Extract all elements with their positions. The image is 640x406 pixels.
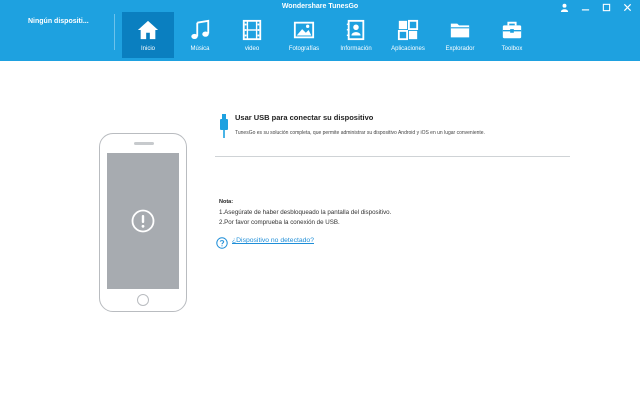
tab-inicio[interactable]: Inicio [122, 12, 174, 58]
phone-home-button [137, 294, 149, 306]
help-icon[interactable] [216, 237, 228, 249]
photo-icon [293, 21, 315, 39]
phone-screen [107, 153, 179, 289]
tab-label: Inicio [140, 46, 155, 52]
tab-label: Toolbox [501, 46, 523, 52]
tab-label: Fotografías [288, 46, 320, 52]
tab-fotografias[interactable]: Fotografías [278, 12, 330, 58]
folder-icon [450, 23, 470, 38]
window-controls [558, 1, 634, 14]
phone-speaker [134, 142, 154, 145]
close-icon[interactable] [621, 1, 634, 14]
tab-musica[interactable]: Música [174, 12, 226, 58]
home-icon [137, 20, 159, 40]
main-nav: Inicio Música video Fotografías Informac… [122, 12, 538, 58]
tab-label: Aplicaciones [391, 46, 425, 52]
alert-icon [131, 209, 155, 233]
usb-heading: Usar USB para conectar su dispositivo [235, 113, 374, 122]
device-not-detected-link[interactable]: ¿Dispositivo no detectado? [232, 237, 314, 244]
header-divider [114, 14, 115, 50]
top-bar: Wondershare TunesGo Ningún dispositi... … [0, 0, 640, 61]
app-title: Wondershare TunesGo [281, 3, 359, 10]
apps-icon [397, 19, 419, 41]
tab-label: Información [340, 46, 372, 52]
music-icon [191, 19, 210, 39]
tab-informacion[interactable]: Información [330, 12, 382, 58]
tab-video[interactable]: video [226, 12, 278, 58]
tab-label: video [244, 46, 260, 52]
phone-illustration [99, 133, 187, 312]
note-line: 2.Por favor comprueba la conexión de USB… [219, 219, 340, 226]
usb-icon [220, 114, 228, 138]
tab-label: Música [190, 46, 210, 52]
note-title: Nota: [219, 199, 234, 205]
device-selector[interactable]: Ningún dispositi... [28, 18, 89, 25]
tab-aplicaciones[interactable]: Aplicaciones [382, 12, 434, 58]
tab-toolbox[interactable]: Toolbox [486, 12, 538, 58]
note-line: 1.Asegúrate de haber desbloqueado la pan… [219, 209, 392, 216]
maximize-icon[interactable] [600, 1, 613, 14]
toolbox-icon [502, 21, 522, 39]
usb-description: TunesGo es su solución completa, que per… [235, 130, 485, 136]
tab-explorador[interactable]: Explorador [434, 12, 486, 58]
section-divider [215, 156, 570, 157]
minimize-icon[interactable] [579, 1, 592, 14]
contacts-icon [346, 19, 365, 41]
film-icon [242, 19, 262, 41]
tab-label: Explorador [445, 46, 475, 52]
user-icon[interactable] [558, 1, 571, 14]
